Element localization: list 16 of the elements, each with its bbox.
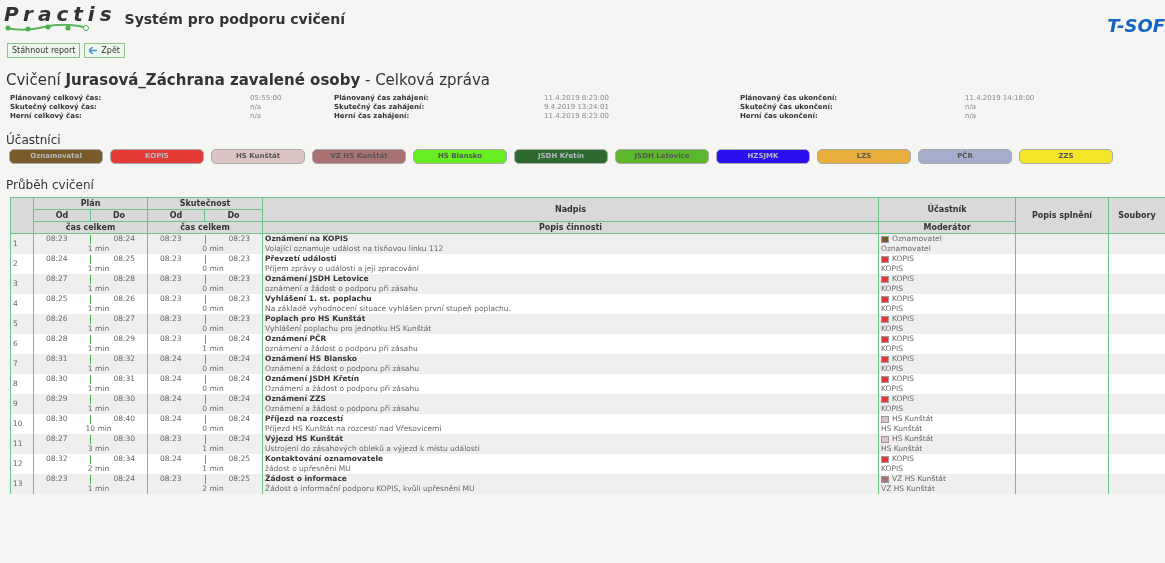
back-arrow-icon [89, 47, 98, 54]
app-logo: Practis [4, 4, 117, 24]
section-title: Průběh cvičení [5, 178, 95, 192]
column-header: Skutečnost [147, 197, 263, 210]
column-header: Popis splnění [1015, 197, 1109, 234]
column-header: Nadpis [262, 197, 879, 222]
logo-line-icon [4, 24, 90, 32]
column-header: Plán [33, 197, 148, 210]
column-header: Soubory [1108, 197, 1165, 234]
back-button[interactable]: Zpět [84, 43, 125, 58]
section-title: Účastníci [5, 133, 62, 147]
exercise-heading: Cvičení Jurasová_Záchrana zavalené osoby - Celková zpráva [5, 71, 491, 89]
column-header: Účastník [878, 197, 1016, 222]
download-button[interactable]: Stáhnout report [7, 43, 81, 58]
app-title: Systém pro podporu cvičení [124, 10, 346, 29]
brand-logo: T-SOF [1107, 14, 1165, 38]
